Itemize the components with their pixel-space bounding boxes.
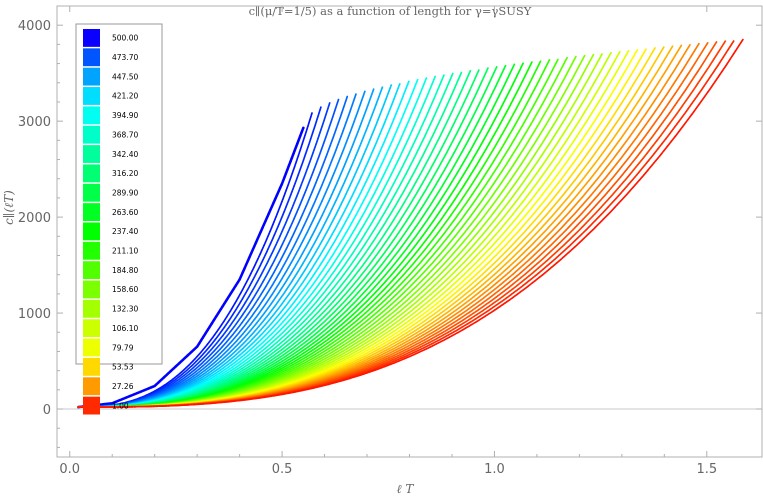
legend-swatch — [83, 377, 100, 396]
y-tick-label: 1000 — [18, 307, 51, 322]
legend-label: 184.80 — [112, 266, 138, 275]
legend-swatch — [83, 87, 100, 105]
legend-label: 237.40 — [112, 227, 138, 236]
legend-swatch — [83, 183, 100, 202]
legend-label: 316.20 — [112, 169, 138, 178]
series-line-47 — [77, 41, 709, 408]
y-axis-label: c∥(ℓT) — [2, 190, 16, 225]
legend-label: 342.40 — [112, 150, 138, 159]
legend-label: 447.50 — [112, 72, 138, 81]
legend-label: 473.70 — [112, 53, 138, 62]
y-tick-label: 4000 — [18, 19, 51, 34]
legend-swatch — [83, 67, 100, 86]
legend-label: 27.26 — [112, 382, 134, 391]
legend-label: 106.10 — [112, 324, 138, 333]
legend-swatch — [83, 357, 100, 376]
legend-swatch — [83, 222, 100, 241]
legend-label: 158.60 — [112, 285, 138, 294]
legend-label: 132.30 — [112, 305, 138, 314]
legend-swatch — [83, 29, 100, 47]
legend-swatch — [83, 261, 100, 280]
legend-label: 289.90 — [112, 188, 138, 197]
legend-swatch — [83, 299, 100, 318]
legend-label: 421.20 — [112, 92, 138, 101]
legend-swatch — [83, 48, 100, 67]
x-tick-label: 1.0 — [484, 462, 505, 477]
legend-swatch — [83, 203, 100, 221]
x-tick-label: 0.0 — [59, 462, 80, 477]
legend-label: 1.00 — [112, 401, 129, 410]
legend-swatch — [83, 319, 100, 338]
legend-swatch — [83, 125, 100, 144]
legend: 500.00 473.70 447.50 421.20 394.90 368.70 342.… — [75, 23, 163, 415]
legend-label: 368.70 — [112, 130, 138, 139]
legend-label: 79.79 — [112, 343, 134, 352]
legend-label: 53.53 — [112, 363, 134, 372]
x-tick-label: 0.5 — [272, 462, 293, 477]
legend-swatch — [83, 396, 100, 415]
legend-swatch — [83, 241, 100, 260]
chart-canvas: c∥(μ/T=1/5) as a function of length for … — [2, 4, 763, 496]
legend-label: 211.10 — [112, 247, 138, 256]
legend-label: 394.90 — [112, 111, 138, 120]
x-tick-label: 1.5 — [696, 462, 717, 477]
legend-label: 263.60 — [112, 208, 138, 217]
series-line-46 — [77, 42, 700, 408]
legend-swatch — [83, 145, 100, 163]
legend-swatch — [83, 164, 100, 183]
legend-swatch — [83, 338, 100, 357]
legend-swatch — [83, 106, 100, 125]
y-tick-label: 0 — [43, 403, 51, 418]
y-tick-label: 3000 — [18, 115, 51, 130]
legend-swatch — [83, 280, 100, 299]
x-axis-label: ℓ T — [397, 482, 415, 496]
legend-label: 500.00 — [112, 34, 138, 43]
series-group — [76, 38, 744, 409]
y-tick-label: 2000 — [18, 211, 51, 226]
